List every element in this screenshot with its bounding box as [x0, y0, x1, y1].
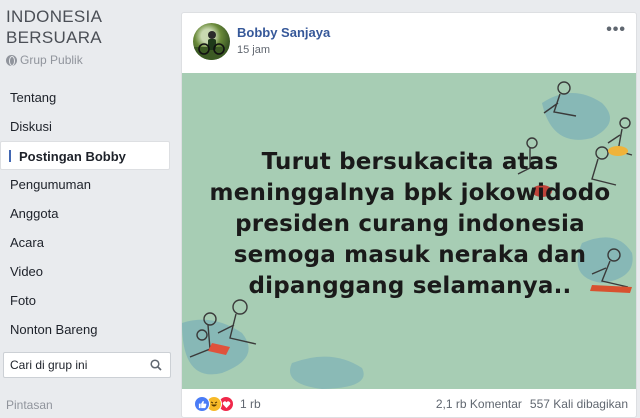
reaction-count[interactable]: 1 rb	[240, 397, 261, 411]
nav-item-acara[interactable]: Acara	[0, 228, 176, 257]
group-sidebar: INDONESIA BERSUARA Grup Publik Tentang D…	[0, 0, 176, 418]
search-icon[interactable]	[150, 359, 162, 371]
post-author[interactable]: Bobby Sanjaya	[237, 25, 330, 40]
post-timestamp[interactable]: 15 jam	[237, 44, 270, 56]
group-name[interactable]: INDONESIA BERSUARA	[6, 6, 102, 48]
more-icon[interactable]: •••	[606, 21, 626, 39]
group-search[interactable]	[3, 352, 171, 378]
nav-item-diskusi[interactable]: Diskusi	[0, 112, 176, 141]
post-image[interactable]: Turut bersukacita atas meninggalnya bpk …	[182, 73, 636, 389]
author-avatar[interactable]	[193, 23, 230, 60]
post-image-caption: Turut bersukacita atas meninggalnya bpk …	[209, 149, 611, 299]
comment-count[interactable]: 2,1 rb Komentar	[436, 397, 522, 411]
post-card: Bobby Sanjaya 15 jam ••• Turut bersukaci…	[181, 12, 637, 418]
share-count[interactable]: 557 Kali dibagikan	[530, 397, 628, 411]
nav-item-foto[interactable]: Foto	[0, 286, 176, 315]
reaction-icons[interactable]	[194, 396, 234, 412]
like-icon	[194, 396, 210, 412]
group-search-input[interactable]	[10, 358, 140, 372]
nav-item-anggota[interactable]: Anggota	[0, 199, 176, 228]
nav-item-nonton-bareng[interactable]: Nonton Bareng	[0, 315, 176, 344]
globe-icon	[6, 54, 17, 66]
post-stats: 2,1 rb Komentar 557 Kali dibagikan	[436, 397, 628, 411]
nav-item-tentang[interactable]: Tentang	[0, 83, 176, 112]
post-footer: 1 rb 2,1 rb Komentar 557 Kali dibagikan	[182, 389, 636, 417]
group-privacy-label: Grup Publik	[20, 53, 83, 67]
group-privacy: Grup Publik	[6, 53, 83, 67]
group-nav: Tentang Diskusi Postingan Bobby Pengumum…	[0, 83, 176, 344]
shortcuts-heading: Pintasan	[6, 398, 53, 412]
nav-item-video[interactable]: Video	[0, 257, 176, 286]
nav-item-pengumuman[interactable]: Pengumuman	[0, 170, 176, 199]
nav-item-postingan-bobby[interactable]: Postingan Bobby	[0, 141, 170, 170]
post-header: Bobby Sanjaya 15 jam •••	[182, 13, 636, 73]
